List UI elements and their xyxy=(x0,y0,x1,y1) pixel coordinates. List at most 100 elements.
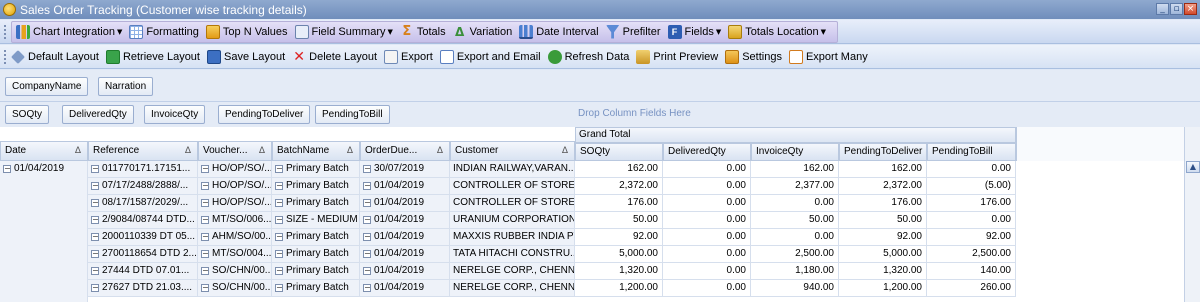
collapse-icon[interactable]: − xyxy=(275,250,283,258)
toolbar-grip[interactable] xyxy=(4,49,7,64)
column-header-customer[interactable]: Customer Δ xyxy=(450,141,575,161)
value-cell-pendingtodeliver[interactable]: 5,000.00 xyxy=(839,246,927,263)
value-cell-pendingtodeliver[interactable]: 92.00 xyxy=(839,229,927,246)
value-cell-pendingtobill[interactable]: 0.00 xyxy=(927,212,1016,229)
collapse-icon[interactable]: − xyxy=(275,233,283,241)
value-cell-soqty[interactable]: 162.00 xyxy=(575,161,663,178)
value-cell-soqty[interactable]: 1,200.00 xyxy=(575,280,663,297)
value-cell-pendingtodeliver[interactable]: 162.00 xyxy=(839,161,927,178)
value-header-pendingtodeliver[interactable]: PendingToDeliver xyxy=(839,143,927,161)
collapse-icon[interactable]: − xyxy=(201,267,209,275)
collapse-icon[interactable]: − xyxy=(363,284,371,292)
settings-button[interactable]: Settings xyxy=(725,49,782,64)
value-cell-deliveredqty[interactable]: 0.00 xyxy=(663,195,751,212)
prefilter-button[interactable]: Prefilter xyxy=(605,24,661,39)
value-cell-deliveredqty[interactable]: 0.00 xyxy=(663,178,751,195)
collapse-icon[interactable]: − xyxy=(275,199,283,207)
top-n-values-button[interactable]: Top N Values xyxy=(205,24,288,39)
column-header-date[interactable]: Date Δ xyxy=(0,141,88,161)
row-cell-batch[interactable]: − SIZE - MEDIUM xyxy=(272,212,360,229)
totals-button[interactable]: Σ Totals xyxy=(400,24,445,39)
export-and-email-button[interactable]: Export and Email xyxy=(439,49,541,64)
value-cell-deliveredqty[interactable]: 0.00 xyxy=(663,229,751,246)
row-cell-reference[interactable]: −27627 DTD 21.03.... xyxy=(88,280,198,297)
collapse-icon[interactable]: − xyxy=(91,165,99,173)
collapse-icon[interactable]: − xyxy=(91,199,99,207)
collapse-icon[interactable]: − xyxy=(275,284,283,292)
row-cell-batch[interactable]: − Primary Batch xyxy=(272,195,360,212)
value-cell-soqty[interactable]: 176.00 xyxy=(575,195,663,212)
value-header-pendingtobill[interactable]: PendingToBill xyxy=(927,143,1016,161)
row-cell-batch[interactable]: − Primary Batch xyxy=(272,263,360,280)
collapse-icon[interactable]: − xyxy=(91,284,99,292)
value-cell-pendingtobill[interactable]: 260.00 xyxy=(927,280,1016,297)
row-cell-due[interactable]: −01/04/2019 xyxy=(360,263,450,280)
collapse-icon[interactable]: − xyxy=(3,165,11,173)
data-field-invoiceqty[interactable]: InvoiceQty xyxy=(144,105,206,124)
collapse-icon[interactable]: − xyxy=(363,267,371,275)
row-cell-customer[interactable]: CONTROLLER OF STORES... xyxy=(450,178,575,195)
row-cell-due[interactable]: −01/04/2019 xyxy=(360,229,450,246)
data-field-pendingtodeliver[interactable]: PendingToDeliver xyxy=(218,105,311,124)
export-many-button[interactable]: Export Many xyxy=(788,49,868,64)
fields-button[interactable]: F Fields ▼ xyxy=(667,24,721,39)
print-preview-button[interactable]: Print Preview xyxy=(636,49,718,64)
close-button[interactable]: × xyxy=(1184,3,1197,15)
formatting-button[interactable]: Formatting xyxy=(129,24,199,39)
column-header-orderdue[interactable]: OrderDue... Δ xyxy=(360,141,450,161)
collapse-icon[interactable]: − xyxy=(363,182,371,190)
row-cell-reference[interactable]: −2/9084/08744 DTD... xyxy=(88,212,198,229)
row-cell-reference[interactable]: −2000110339 DT 05... xyxy=(88,229,198,246)
row-cell-customer[interactable]: MAXXIS RUBBER INDIA PV... xyxy=(450,229,575,246)
minimize-button[interactable]: _ xyxy=(1156,3,1169,15)
value-cell-pendingtodeliver[interactable]: 2,372.00 xyxy=(839,178,927,195)
value-cell-deliveredqty[interactable]: 0.00 xyxy=(663,212,751,229)
value-cell-deliveredqty[interactable]: 0.00 xyxy=(663,161,751,178)
row-cell-due[interactable]: −01/04/2019 xyxy=(360,280,450,297)
value-cell-pendingtodeliver[interactable]: 1,320.00 xyxy=(839,263,927,280)
value-cell-pendingtobill[interactable]: 0.00 xyxy=(927,161,1016,178)
row-cell-voucher[interactable]: − HO/OP/SO/... xyxy=(198,161,272,178)
collapse-icon[interactable]: − xyxy=(275,216,283,224)
collapse-icon[interactable]: − xyxy=(91,250,99,258)
value-cell-pendingtodeliver[interactable]: 176.00 xyxy=(839,195,927,212)
value-cell-invoiceqty[interactable]: 2,500.00 xyxy=(751,246,839,263)
value-cell-deliveredqty[interactable]: 0.00 xyxy=(663,246,751,263)
column-header-batchname[interactable]: BatchName Δ xyxy=(272,141,360,161)
variation-button[interactable]: Δ Variation xyxy=(453,25,512,39)
row-cell-reference[interactable]: −07/17/2488/2888/... xyxy=(88,178,198,195)
row-cell-voucher[interactable]: − HO/OP/SO/... xyxy=(198,195,272,212)
collapse-icon[interactable]: − xyxy=(201,250,209,258)
collapse-icon[interactable]: − xyxy=(91,267,99,275)
column-header-voucher[interactable]: Voucher... Δ xyxy=(198,141,272,161)
value-cell-pendingtobill[interactable]: 92.00 xyxy=(927,229,1016,246)
row-cell-voucher[interactable]: − AHM/SO/00... xyxy=(198,229,272,246)
value-cell-invoiceqty[interactable]: 1,180.00 xyxy=(751,263,839,280)
row-cell-batch[interactable]: − Primary Batch xyxy=(272,178,360,195)
filter-field-narration[interactable]: Narration xyxy=(98,77,154,96)
row-cell-reference[interactable]: −08/17/1587/2029/... xyxy=(88,195,198,212)
value-cell-pendingtobill[interactable]: 140.00 xyxy=(927,263,1016,280)
date-interval-button[interactable]: Date Interval xyxy=(519,24,599,39)
value-cell-deliveredqty[interactable]: 0.00 xyxy=(663,263,751,280)
default-layout-button[interactable]: Default Layout xyxy=(11,49,99,64)
row-cell-reference[interactable]: −2700118654 DTD 2... xyxy=(88,246,198,263)
row-cell-customer[interactable]: NERELGE CORP., CHENNAI xyxy=(450,280,575,297)
vertical-scrollbar[interactable]: ▲ xyxy=(1184,127,1200,302)
value-cell-soqty[interactable]: 1,320.00 xyxy=(575,263,663,280)
row-cell-batch[interactable]: − Primary Batch xyxy=(272,161,360,178)
row-cell-customer[interactable]: NERELGE CORP., CHENNAI xyxy=(450,263,575,280)
value-cell-pendingtobill[interactable]: 2,500.00 xyxy=(927,246,1016,263)
data-field-deliveredqty[interactable]: DeliveredQty xyxy=(62,105,134,124)
row-cell-customer[interactable]: INDIAN RAILWAY,VARAN... xyxy=(450,161,575,178)
row-cell-voucher[interactable]: − SO/CHN/00... xyxy=(198,280,272,297)
collapse-icon[interactable]: − xyxy=(201,165,209,173)
value-header-soqty[interactable]: SOQty xyxy=(575,143,663,161)
export-button[interactable]: Export xyxy=(384,49,433,64)
collapse-icon[interactable]: − xyxy=(201,182,209,190)
row-cell-batch[interactable]: − Primary Batch xyxy=(272,280,360,297)
collapse-icon[interactable]: − xyxy=(201,284,209,292)
collapse-icon[interactable]: − xyxy=(201,233,209,241)
value-header-deliveredqty[interactable]: DeliveredQty xyxy=(663,143,751,161)
collapse-icon[interactable]: − xyxy=(275,182,283,190)
